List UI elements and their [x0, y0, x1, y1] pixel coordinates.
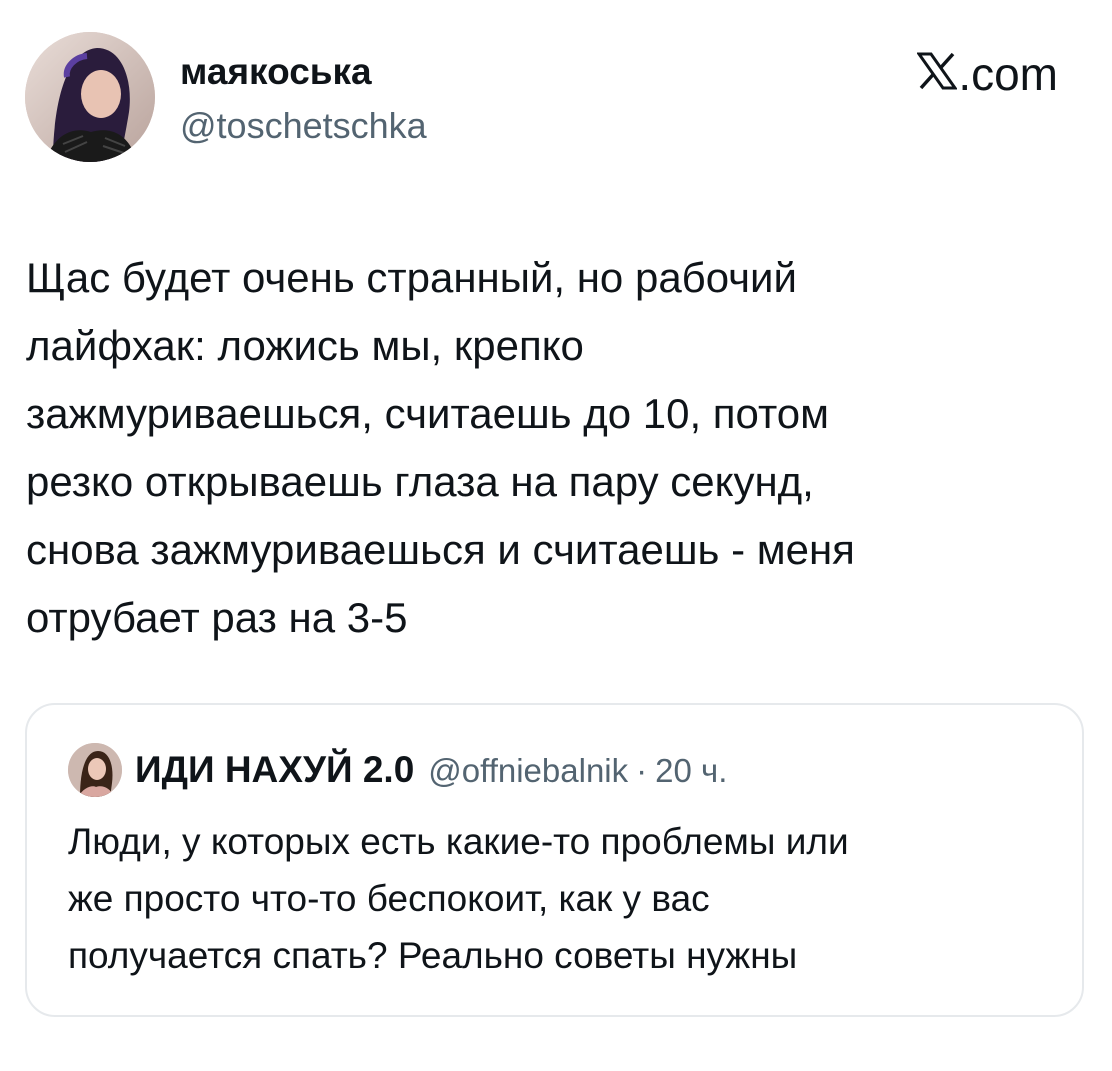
- quoted-avatar-photo: [68, 743, 122, 797]
- separator-dot: ·: [636, 752, 648, 789]
- author-name[interactable]: маякоська: [180, 50, 372, 94]
- avatar-photo: [25, 32, 155, 162]
- site-label: .com: [916, 48, 1058, 100]
- quoted-tweet-card[interactable]: ИДИ НАХУЙ 2.0 @offniebalnik · 20 ч. Люди…: [25, 703, 1084, 1017]
- quoted-tweet-text: Люди, у которых есть какие-то проблемы и…: [68, 821, 849, 976]
- tweet-text: Щас будет очень странный, но рабочий лай…: [26, 254, 855, 641]
- quoted-timestamp[interactable]: 20 ч.: [655, 752, 727, 790]
- quoted-tweet-header: ИДИ НАХУЙ 2.0 @offniebalnik · 20 ч.: [135, 749, 727, 793]
- author-avatar[interactable]: [25, 32, 155, 162]
- quoted-author-avatar[interactable]: [68, 743, 122, 797]
- site-suffix: .com: [958, 48, 1058, 100]
- quoted-author-name[interactable]: ИДИ НАХУЙ 2.0: [135, 749, 414, 791]
- x-logo-icon: [916, 48, 959, 100]
- quoted-author-handle[interactable]: @offniebalnik: [428, 752, 628, 790]
- author-handle[interactable]: @toschetschka: [180, 104, 427, 148]
